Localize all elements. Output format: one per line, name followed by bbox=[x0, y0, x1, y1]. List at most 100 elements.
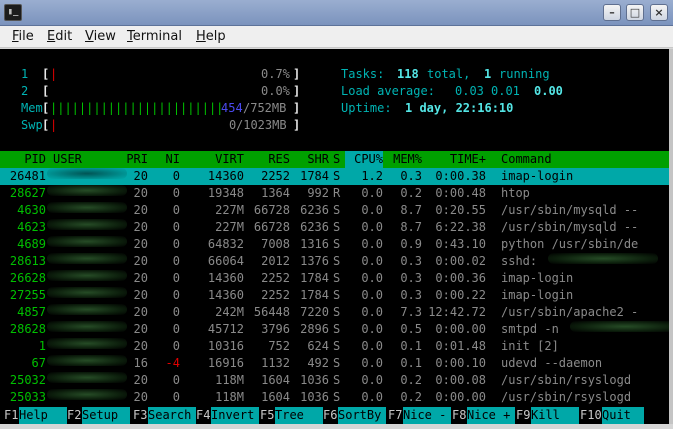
process-row[interactable]: 27255 20 0 14360 2252 1784 S 0.0 0.3 0:00.22 imap-… bbox=[0, 287, 669, 304]
cell-virt: 45712 bbox=[207, 322, 244, 336]
column-header-ni[interactable]: NI bbox=[158, 151, 180, 168]
cell-pid: 26481 bbox=[9, 169, 46, 183]
fkey-key: F7 bbox=[388, 408, 403, 422]
cell-res: 2252 bbox=[261, 271, 290, 285]
cell-mem: 0.3 bbox=[400, 271, 422, 285]
cell-ni: 0 bbox=[172, 220, 180, 234]
menu-help[interactable]: Help bbox=[196, 29, 226, 44]
column-header-cpu[interactable]: CPU% bbox=[345, 151, 383, 168]
cell-virt: 14360 bbox=[207, 169, 244, 183]
terminal-scrollbar[interactable] bbox=[669, 49, 673, 424]
menu-terminal[interactable]: Terminal bbox=[127, 29, 182, 44]
minimize-button[interactable]: – bbox=[603, 4, 621, 21]
window-titlebar[interactable]: ▮_ – □ × bbox=[0, 0, 673, 26]
cell-cpu: 0.0 bbox=[361, 271, 383, 285]
tasks-summary: Tasks: 118 total, 1 running bbox=[0, 66, 669, 83]
process-row[interactable]: 28613 20 0 66064 2012 1376 S 0.0 0.3 0:00.02 sshd: bbox=[0, 253, 669, 270]
column-header-res[interactable]: RES bbox=[248, 151, 290, 168]
redacted-user bbox=[47, 389, 127, 400]
meter-bracket-close: ] bbox=[293, 118, 301, 132]
menu-label-rest: dit bbox=[55, 29, 73, 44]
column-header-pid[interactable]: PID bbox=[6, 151, 46, 168]
cell-pri: 20 bbox=[133, 254, 148, 268]
menu-mnemonic: V bbox=[85, 29, 94, 44]
column-header-mem[interactable]: MEM% bbox=[388, 151, 422, 168]
fkey-label: Setup bbox=[82, 407, 130, 424]
maximize-button[interactable]: □ bbox=[626, 4, 644, 21]
column-header-command[interactable]: Command bbox=[501, 151, 669, 168]
menu-file[interactable]: File bbox=[12, 29, 34, 44]
cell-pid: 28628 bbox=[9, 322, 46, 336]
cell-res: 3796 bbox=[261, 322, 290, 336]
cell-pid: 27255 bbox=[9, 288, 46, 302]
cell-ni: 0 bbox=[172, 237, 180, 251]
cell-res: 66728 bbox=[253, 220, 290, 234]
menu-edit[interactable]: Edit bbox=[47, 29, 72, 44]
fkey-label: Invert bbox=[211, 407, 259, 424]
menu-label-rest: elp bbox=[205, 29, 226, 44]
close-button[interactable]: × bbox=[650, 4, 668, 21]
cell-cpu: 0.0 bbox=[361, 203, 383, 217]
cell-res: 66728 bbox=[253, 203, 290, 217]
meter-bracket-open: [ bbox=[42, 118, 50, 132]
tasks-total: 118 bbox=[397, 67, 419, 81]
cell-pri: 20 bbox=[133, 322, 148, 336]
process-row[interactable]: 28628 20 0 45712 3796 2896 S 0.0 0.5 0:00.00 smtpd… bbox=[0, 321, 669, 338]
cell-pid: 28613 bbox=[9, 254, 46, 268]
column-header-virt[interactable]: VIRT bbox=[188, 151, 244, 168]
column-header-pri[interactable]: PRI bbox=[124, 151, 148, 168]
redacted-user bbox=[47, 185, 127, 196]
column-header-shr[interactable]: SHR bbox=[293, 151, 329, 168]
cell-res: 1132 bbox=[261, 356, 290, 370]
cell-cpu: 0.0 bbox=[361, 390, 383, 404]
column-header-user[interactable]: USER bbox=[53, 151, 113, 168]
process-row[interactable]: 4689 20 0 64832 7008 1316 S 0.0 0.9 0:43.10 python… bbox=[0, 236, 669, 253]
cell-shr: 1784 bbox=[300, 271, 329, 285]
cell-mem: 0.5 bbox=[400, 322, 422, 336]
cell-cmd: udevd --daemon bbox=[501, 356, 603, 370]
process-row[interactable]: 4857 20 0 242M 56448 7220 S 0.0 7.3 12:42.72/usr/… bbox=[0, 304, 669, 321]
terminal-app-icon[interactable]: ▮_ bbox=[4, 4, 22, 21]
cell-pri: 20 bbox=[133, 203, 148, 217]
process-row[interactable]: 67 16 -4 16916 1132 492 S 0.0 0.1 0:00.10 udevd --… bbox=[0, 355, 669, 372]
cell-shr: 6236 bbox=[300, 220, 329, 234]
cell-cmd: htop bbox=[501, 186, 530, 200]
cell-cmd: imap-login bbox=[501, 271, 574, 285]
cell-res: 1364 bbox=[261, 186, 290, 200]
cell-s: S bbox=[333, 356, 341, 370]
process-row[interactable]: 26481 20 0 14360 2252 1784 S 1.2 0.3 0:00.38 imap-… bbox=[0, 168, 669, 185]
fkey-key: F3 bbox=[133, 408, 148, 422]
process-row[interactable]: 25032 20 0 118M 1604 1036 S 0.0 0.2 0:00.08/usr/s… bbox=[0, 372, 669, 389]
cell-cmd: /usr/sbin/apache2 - bbox=[501, 305, 639, 319]
column-header-time[interactable]: TIME+ bbox=[426, 151, 486, 168]
cell-time: 0:00.00 bbox=[435, 390, 486, 404]
cell-ni: 0 bbox=[172, 322, 180, 336]
terminal-area[interactable]: 1 [ | 0.7% ] 2 [ 0.0% ] Mem [ ||||||||||… bbox=[0, 49, 669, 424]
cell-pri: 20 bbox=[133, 186, 148, 200]
cell-virt: 16916 bbox=[207, 356, 244, 370]
cell-mem: 8.7 bbox=[400, 203, 422, 217]
process-row[interactable]: 4623 20 0 227M 66728 6236 S 0.0 8.7 6:22.38/usr/s… bbox=[0, 219, 669, 236]
cell-virt: 118M bbox=[215, 390, 244, 404]
uptime: Uptime: 1 day, 22:16:10 bbox=[0, 100, 669, 117]
cell-cpu: 0.0 bbox=[361, 220, 383, 234]
process-row[interactable]: 25033 20 0 118M 1604 1036 S 0.0 0.2 0:00.00/usr/s… bbox=[0, 389, 669, 406]
redacted-user bbox=[47, 202, 127, 213]
cell-s: S bbox=[333, 203, 341, 217]
fkey-key: F6 bbox=[323, 408, 338, 422]
process-row[interactable]: 1 20 0 10316 752 624 S 0.0 0.1 0:01.48 init [2] bbox=[0, 338, 669, 355]
redacted-command-args bbox=[570, 321, 669, 332]
process-table-header[interactable]: PID USER PRI NI VIRT RES SHR S CPU% MEM% TIME+ Comm… bbox=[0, 151, 669, 168]
redacted-user bbox=[47, 253, 127, 264]
process-row[interactable]: 4630 20 0 227M 66728 6236 S 0.0 8.7 0:20.55/usr/s… bbox=[0, 202, 669, 219]
process-row[interactable]: 26628 20 0 14360 2252 1784 S 0.0 0.3 0:00.36 imap-… bbox=[0, 270, 669, 287]
process-row[interactable]: 28627 20 0 19348 1364 992 R 0.0 0.2 0:00.48 htop bbox=[0, 185, 669, 202]
tasks-running-label: running bbox=[499, 67, 550, 81]
cell-cpu: 0.0 bbox=[361, 288, 383, 302]
menu-view[interactable]: View bbox=[85, 29, 116, 44]
cell-pri: 20 bbox=[133, 339, 148, 353]
cell-virt: 64832 bbox=[207, 237, 244, 251]
column-header-s[interactable]: S bbox=[333, 151, 341, 168]
cell-mem: 0.9 bbox=[400, 237, 422, 251]
cell-ni: 0 bbox=[172, 203, 180, 217]
